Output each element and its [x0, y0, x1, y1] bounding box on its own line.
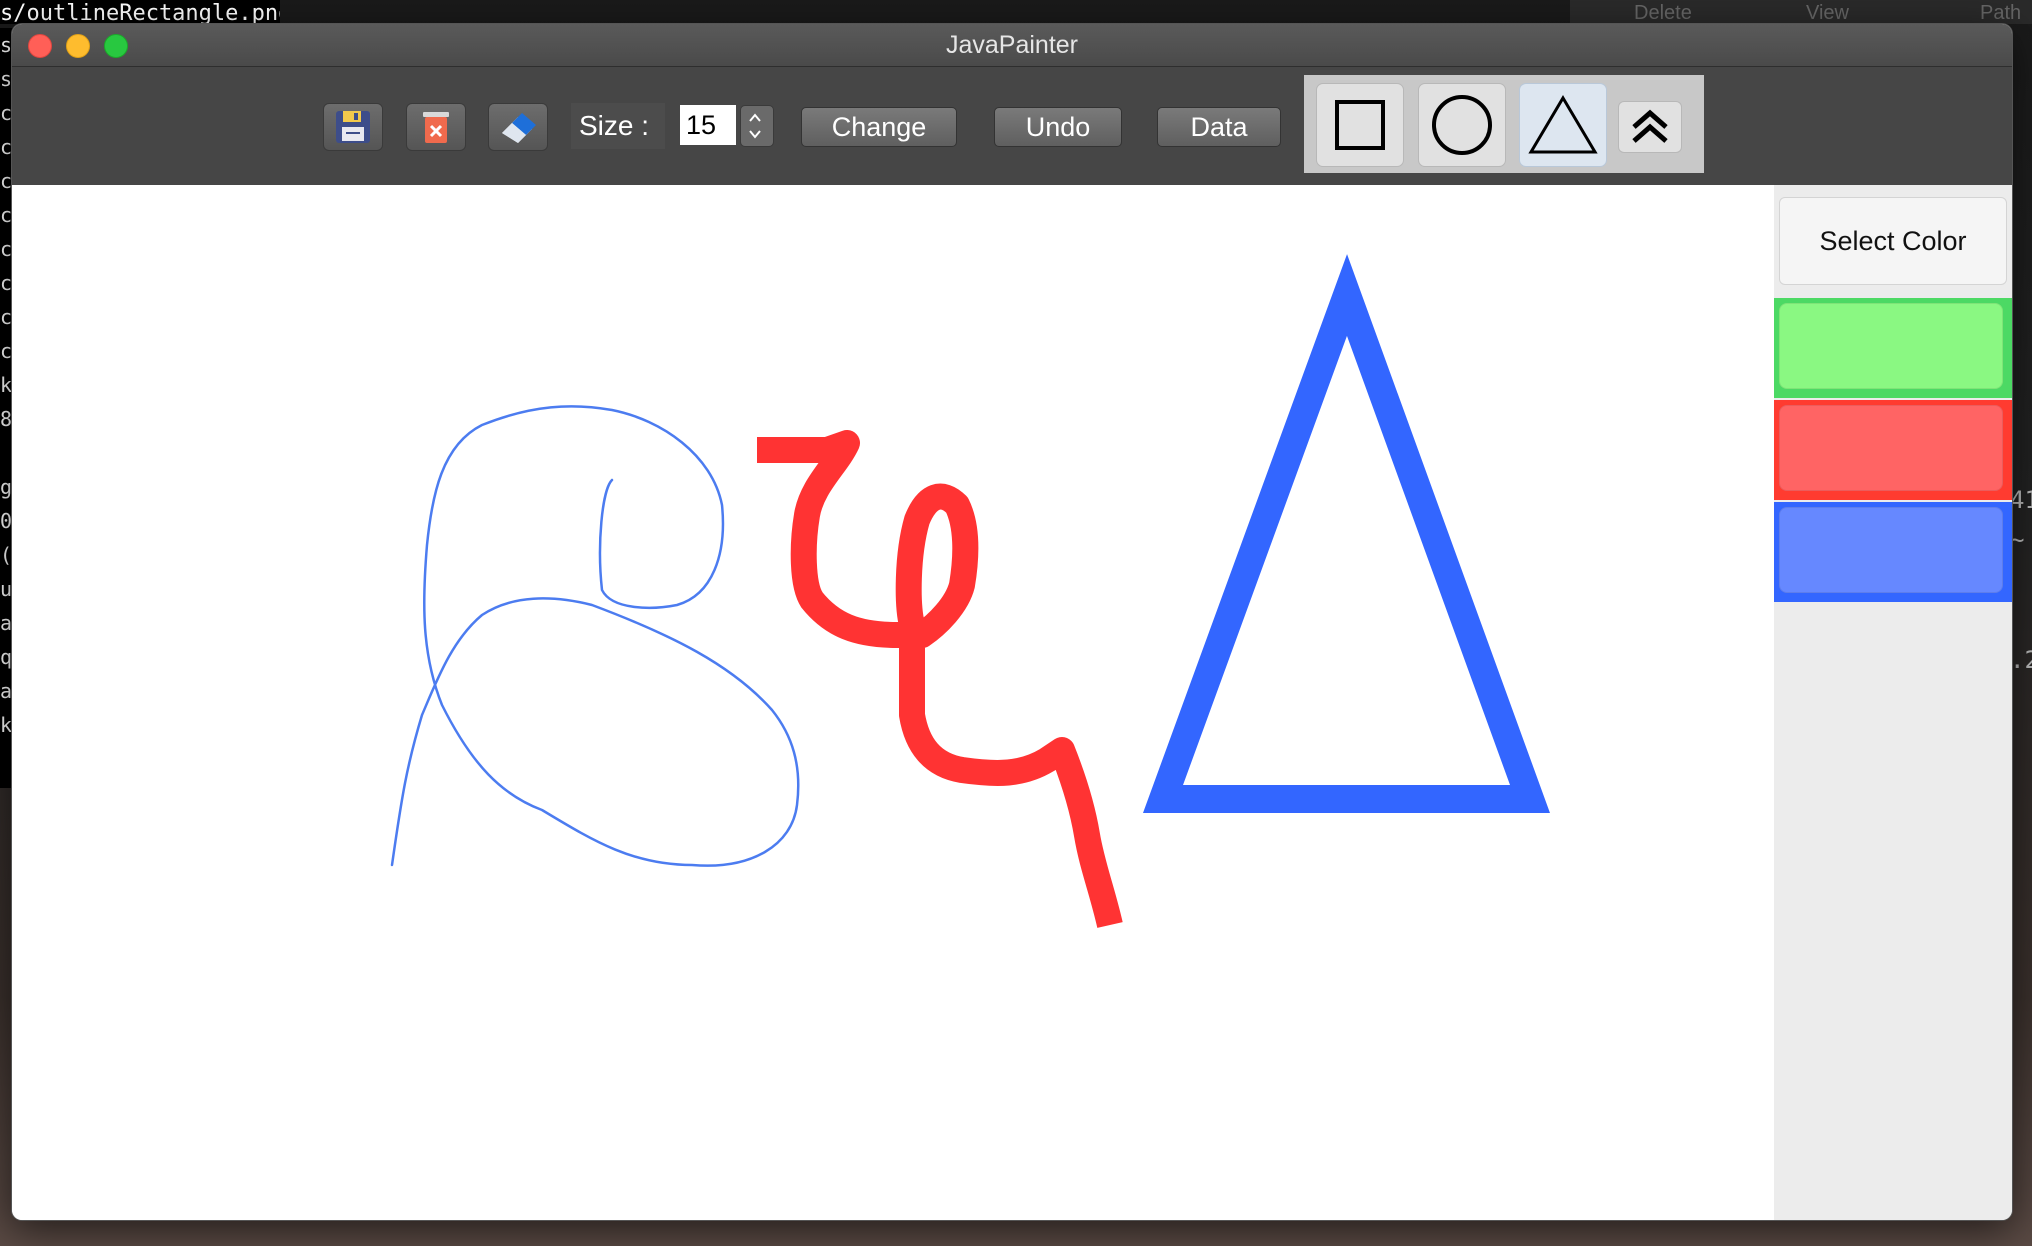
floppy-disk-icon [336, 111, 370, 143]
eraser-icon [502, 113, 536, 143]
javapainter-window: JavaPainter Size: 15 Change Undo Data S… [12, 24, 2012, 1220]
size-spinner[interactable] [680, 105, 774, 147]
select-color-button[interactable]: Select Color [1779, 197, 2007, 285]
blue-triangle-shape [1142, 254, 1550, 813]
green-color-swatch[interactable] [1774, 298, 2012, 398]
eraser-button[interactable] [488, 103, 548, 151]
size-label: Size : [571, 103, 665, 149]
blue-freehand-stroke [390, 405, 800, 867]
clear-canvas-button[interactable] [406, 103, 466, 151]
double-chevron-up-icon [1632, 109, 1668, 143]
background-window-menu: Delete View Path [1570, 0, 2032, 24]
chevron-up-icon[interactable] [748, 111, 762, 125]
circle-tool-button[interactable] [1418, 83, 1506, 167]
terminal-title: s/outlineRectangle.png [0, 0, 280, 24]
title-bar: JavaPainter [12, 24, 2012, 67]
undo-button[interactable]: Undo [994, 107, 1122, 147]
background-side-line [2010, 600, 2032, 640]
triangle-tool-button[interactable] [1519, 83, 1607, 167]
background-side-line: .2 [2010, 646, 2032, 674]
shape-selector-panel [1304, 75, 1704, 173]
background-side-line: 41 [2010, 486, 2032, 514]
rectangle-tool-button[interactable] [1316, 83, 1404, 167]
green-swatch-fill [1779, 303, 2003, 389]
save-button[interactable] [323, 103, 383, 151]
red-color-swatch[interactable] [1774, 400, 2012, 500]
size-input[interactable] [680, 105, 736, 145]
toolbar: Size : Change Undo Data [12, 67, 2012, 185]
collapse-toolbar-button[interactable] [1618, 101, 1682, 153]
blue-color-swatch[interactable] [1774, 502, 2012, 602]
color-sidebar: Select Color [1774, 185, 2012, 1220]
size-stepper[interactable] [740, 105, 774, 147]
drawing-canvas[interactable] [12, 185, 1774, 1220]
circle-icon [1432, 95, 1492, 155]
back-menu-item: Delete [1634, 2, 1692, 24]
background-side-text: 41 ~ .2 [2010, 480, 2032, 680]
window-title: JavaPainter [945, 31, 1079, 59]
red-swatch-fill [1779, 405, 2003, 491]
triangle-icon [1528, 95, 1598, 154]
background-side-line [2010, 560, 2032, 600]
square-icon [1335, 100, 1385, 150]
back-menu-item: Path [1980, 2, 2022, 24]
trash-can-icon [423, 112, 449, 143]
data-button[interactable]: Data [1157, 107, 1281, 147]
chevron-down-icon[interactable] [748, 127, 762, 141]
drawing-surface [390, 254, 1550, 928]
back-menu-item: View [1806, 2, 1849, 24]
background-side-line: ~ [2010, 526, 2025, 554]
red-freehand-stroke [757, 430, 1123, 928]
change-button[interactable]: Change [801, 107, 957, 147]
blue-swatch-fill [1779, 507, 2003, 593]
